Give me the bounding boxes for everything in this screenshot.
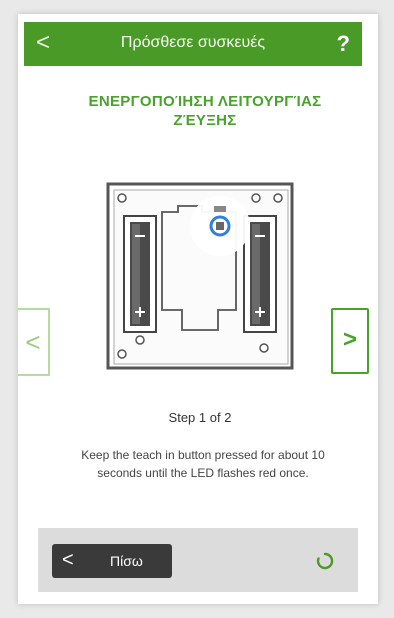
battery-left-icon — [123, 215, 157, 333]
device-illustration — [106, 182, 294, 370]
spinner-icon — [316, 552, 334, 570]
chevron-left-icon: < — [25, 327, 41, 357]
screw-hole-icon — [117, 193, 127, 203]
help-icon[interactable]: ? — [337, 31, 350, 57]
screw-hole-icon — [251, 193, 261, 203]
footer-bar: < Πίσω — [38, 528, 358, 592]
mode-heading: ΕΝΕΡΓΟΠΟΊΗΣΗ ΛΕΙΤΟΥΡΓΊΑΣ ΖΈΥΞΗΣ — [88, 93, 322, 129]
step-indicator: Step 1 of 2 — [168, 410, 232, 425]
screw-hole-icon — [273, 193, 283, 203]
header-back-icon[interactable]: < — [36, 29, 50, 57]
chevron-left-icon: < — [62, 549, 74, 571]
screw-hole-icon — [135, 335, 145, 345]
header-bar: < Πρόσθεσε συσκευές ? — [24, 22, 362, 66]
back-button[interactable]: < Πίσω — [52, 544, 172, 578]
chevron-right-icon: > — [342, 326, 357, 353]
back-button-label: Πίσω — [110, 553, 143, 569]
instruction-text: Keep the teach in button pressed for abo… — [81, 448, 325, 480]
screw-hole-icon — [117, 349, 127, 359]
page-title: Πρόσθεσε συσκευές — [120, 34, 266, 51]
previous-step-button[interactable]: < — [18, 308, 50, 376]
next-step-button[interactable]: > — [331, 308, 369, 374]
screw-hole-icon — [259, 343, 269, 353]
